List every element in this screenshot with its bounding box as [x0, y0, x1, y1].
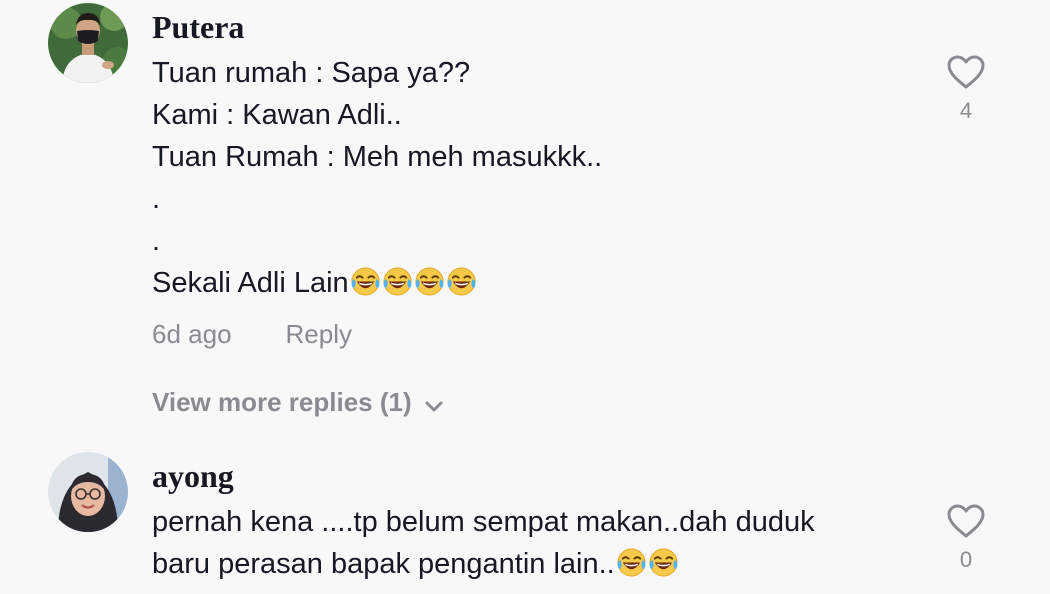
chevron-down-icon — [425, 401, 443, 412]
face-with-tears-of-joy-emoji-icon — [616, 547, 647, 578]
comment-line: Kami : Kawan Adli.. — [152, 99, 402, 131]
heart-outline-icon[interactable] — [946, 54, 986, 90]
reply-button[interactable]: Reply — [286, 317, 352, 351]
avatar-image — [48, 3, 128, 83]
face-with-tears-of-joy-emoji-icon — [648, 547, 679, 578]
face-with-tears-of-joy-emoji-icon — [382, 266, 413, 297]
comment-timestamp: 6d ago — [152, 319, 232, 349]
view-more-replies-label: View more replies (1) — [152, 387, 412, 417]
like-column: 4 — [940, 54, 992, 124]
like-column: 0 — [940, 503, 992, 573]
comment-username[interactable]: Putera — [152, 7, 244, 47]
comment-line: Sekali Adli Lain — [152, 267, 349, 299]
comment-meta: 6d ago Reply — [152, 317, 352, 351]
comment-line: Tuan rumah : Sapa ya?? — [152, 57, 471, 89]
avatar-image — [48, 452, 128, 532]
face-with-tears-of-joy-emoji-icon — [446, 266, 477, 297]
comment-line: . — [152, 183, 161, 215]
comment-item: ayong pernah kena ....tp belum sempat ma… — [0, 430, 1050, 594]
comment-line-with-emoji: baru perasan bapak pengantin lain.. — [152, 543, 932, 585]
view-more-replies-button[interactable]: View more replies (1) — [152, 385, 444, 419]
like-count: 0 — [959, 547, 973, 572]
user-avatar-putera[interactable] — [48, 3, 128, 83]
comment-text: pernah kena ....tp belum sempat makan..d… — [152, 501, 932, 585]
face-with-tears-of-joy-emoji-icon — [350, 266, 381, 297]
user-avatar-ayong[interactable] — [48, 452, 128, 532]
comment-line-with-emoji: Sekali Adli Lain — [152, 262, 932, 304]
heart-outline-icon[interactable] — [946, 503, 986, 539]
like-count: 4 — [959, 98, 973, 123]
comment-line: . — [152, 225, 161, 257]
comment-line: pernah kena ....tp belum sempat makan..d… — [152, 506, 815, 538]
comment-line: Tuan Rumah : Meh meh masukkk.. — [152, 141, 603, 173]
comment-item: Putera Tuan rumah : Sapa ya?? Kami : Kaw… — [0, 0, 1050, 430]
comment-username[interactable]: ayong — [152, 456, 234, 496]
face-with-tears-of-joy-emoji-icon — [414, 266, 445, 297]
comment-line: baru perasan bapak pengantin lain.. — [152, 548, 615, 580]
comment-text: Tuan rumah : Sapa ya?? Kami : Kawan Adli… — [152, 52, 932, 304]
